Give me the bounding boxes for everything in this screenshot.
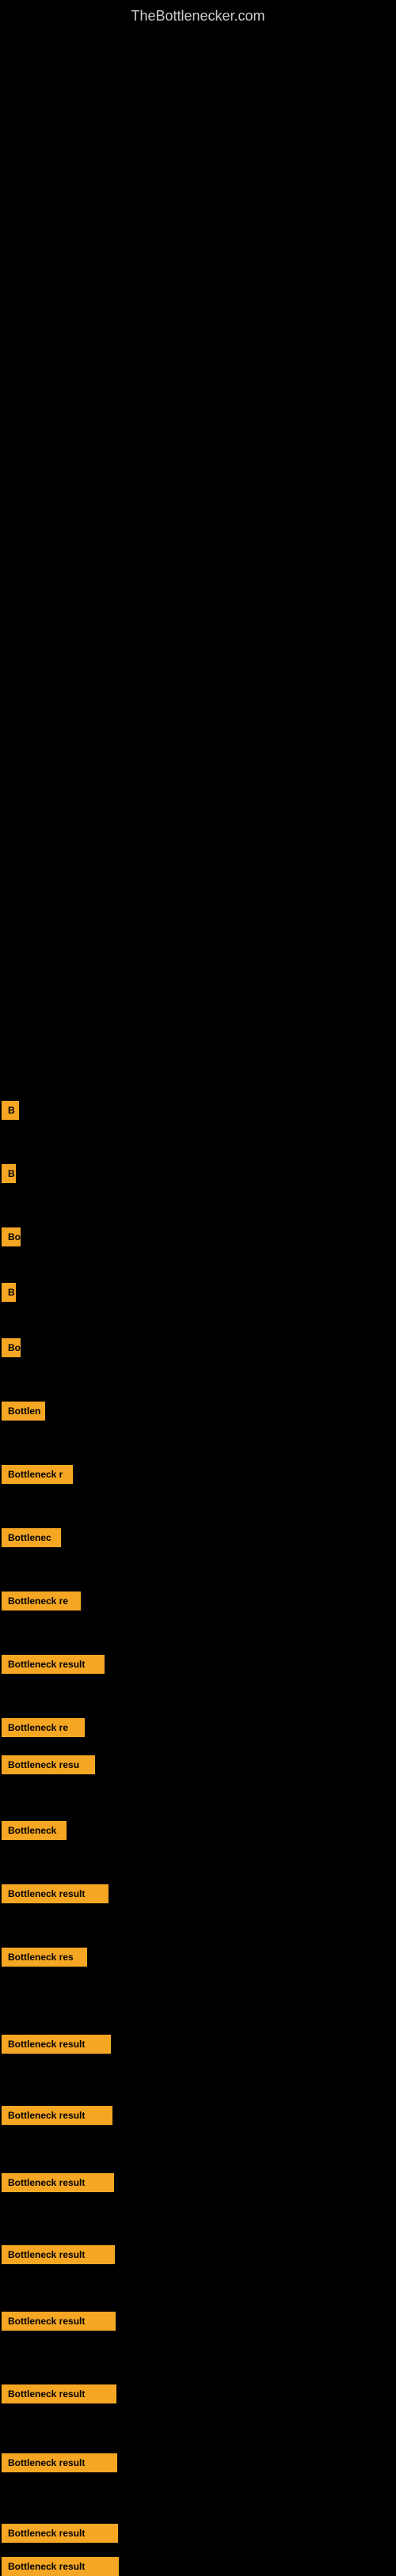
bottleneck-bar-20: Bottleneck result [2,2384,116,2403]
bottleneck-bar-2: Bo [2,1227,21,1246]
bar-row-23: Bottleneck result [2,2557,119,2576]
bottleneck-bar-14: Bottleneck res [2,1948,87,1967]
bar-row-0: B [2,1101,19,1120]
bottleneck-bar-12: Bottleneck [2,1821,67,1840]
bar-row-12: Bottleneck [2,1821,67,1840]
bar-row-19: Bottleneck result [2,2312,116,2331]
bar-row-18: Bottleneck result [2,2245,115,2264]
bottleneck-bar-8: Bottleneck re [2,1592,81,1610]
bottleneck-bar-19: Bottleneck result [2,2312,116,2331]
bar-row-14: Bottleneck res [2,1948,87,1967]
bottleneck-bar-0: B [2,1101,19,1120]
bar-row-5: Bottlen [2,1402,45,1421]
bottleneck-bar-10: Bottleneck re [2,1718,85,1737]
bar-row-22: Bottleneck result [2,2524,118,2543]
bar-row-20: Bottleneck result [2,2384,116,2403]
bar-row-8: Bottleneck re [2,1592,81,1610]
bottleneck-bar-23: Bottleneck result [2,2557,119,2576]
bottleneck-bar-7: Bottlenec [2,1528,61,1547]
bottleneck-bar-15: Bottleneck result [2,2035,111,2054]
bar-row-7: Bottlenec [2,1528,61,1547]
bottleneck-bar-18: Bottleneck result [2,2245,115,2264]
bar-row-10: Bottleneck re [2,1718,85,1737]
bottleneck-bar-9: Bottleneck result [2,1655,105,1674]
bottleneck-bar-3: B [2,1283,16,1302]
bottleneck-bar-21: Bottleneck result [2,2453,117,2472]
bar-row-3: B [2,1283,16,1302]
bottleneck-bar-1: B [2,1164,16,1183]
bottleneck-bar-6: Bottleneck r [2,1465,73,1484]
bottleneck-bar-4: Bo [2,1338,21,1357]
bar-row-15: Bottleneck result [2,2035,111,2054]
site-title: TheBottlenecker.com [0,0,396,32]
bottleneck-bar-13: Bottleneck result [2,1884,109,1903]
bar-row-16: Bottleneck result [2,2106,112,2125]
bottleneck-bar-17: Bottleneck result [2,2173,114,2192]
bar-row-17: Bottleneck result [2,2173,114,2192]
bars-wrapper: B B Bo B Bo Bottlen Bottleneck r Bottlenec Bottl… [0,32,396,2565]
bar-row-2: Bo [2,1227,21,1246]
bar-row-9: Bottleneck result [2,1655,105,1674]
bar-row-11: Bottleneck resu [2,1755,95,1774]
bottleneck-bar-22: Bottleneck result [2,2524,118,2543]
bar-row-4: Bo [2,1338,21,1357]
bar-row-21: Bottleneck result [2,2453,117,2472]
site-title-container: TheBottlenecker.com [0,0,396,32]
bottleneck-bar-5: Bottlen [2,1402,45,1421]
bar-row-1: B [2,1164,16,1183]
bottleneck-bar-11: Bottleneck resu [2,1755,95,1774]
bar-row-13: Bottleneck result [2,1884,109,1903]
bottleneck-bar-16: Bottleneck result [2,2106,112,2125]
bar-row-6: Bottleneck r [2,1465,73,1484]
